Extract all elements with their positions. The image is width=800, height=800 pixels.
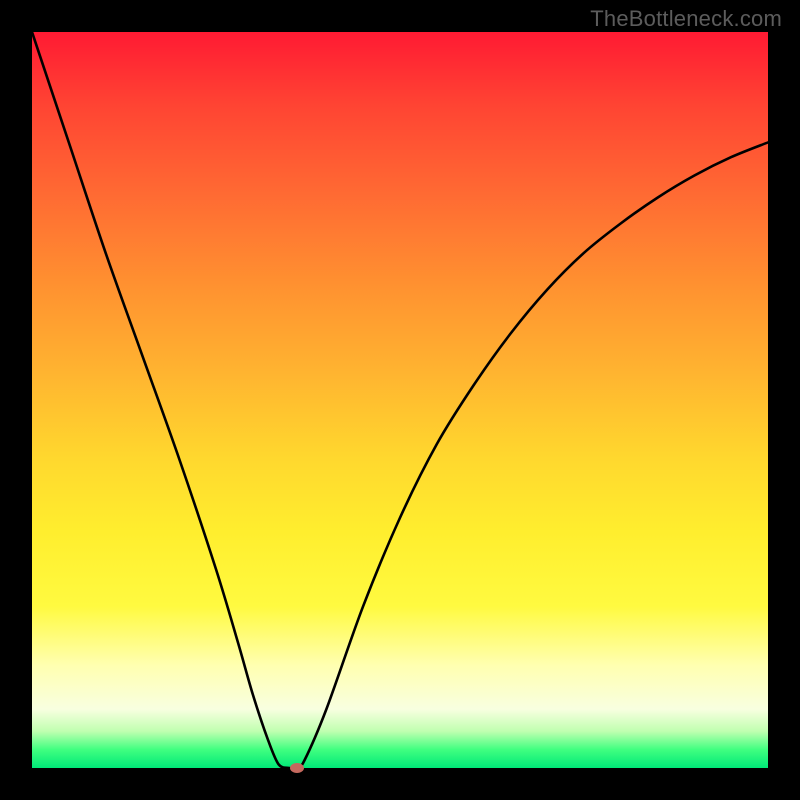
bottleneck-curve — [32, 32, 768, 768]
watermark-text: TheBottleneck.com — [590, 6, 782, 32]
optimum-marker — [290, 763, 304, 773]
chart-frame: TheBottleneck.com — [0, 0, 800, 800]
curve-svg — [32, 32, 768, 768]
plot-area — [32, 32, 768, 768]
